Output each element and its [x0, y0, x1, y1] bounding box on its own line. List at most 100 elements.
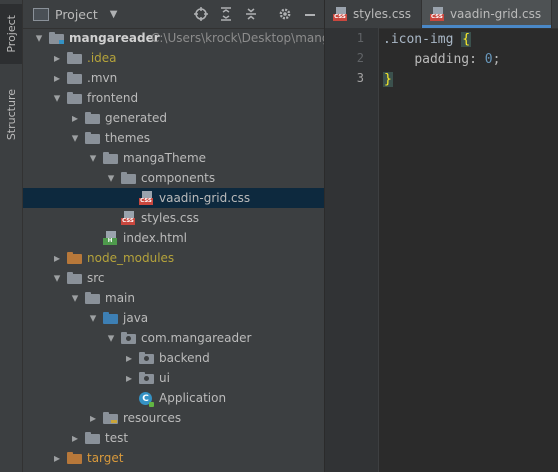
chevron-down-icon[interactable]: ▾ [87, 311, 99, 326]
tree-item[interactable]: ▸ resources [23, 408, 324, 428]
chevron-right-icon[interactable]: ▸ [123, 371, 135, 385]
tool-window-strip: Project Structure [0, 0, 23, 472]
css-file-icon: CSS [429, 7, 444, 21]
folder-icon [67, 72, 82, 84]
tree-item-label: themes [105, 131, 151, 145]
css-colon: : [469, 52, 477, 67]
chevron-down-icon[interactable]: ▾ [33, 31, 45, 46]
tree-item[interactable]: ▸ node_modules [23, 248, 324, 268]
tree-item[interactable]: ▾ themes [23, 128, 324, 148]
gear-icon [279, 8, 291, 20]
package-icon [121, 332, 136, 344]
project-view-selector[interactable]: Project ▼ [33, 7, 117, 22]
tree-item-label: .mvn [87, 71, 118, 85]
tree-item[interactable]: CSS vaadin-grid.css [23, 188, 324, 208]
tree-item[interactable]: C Application [23, 388, 324, 408]
tree-item[interactable]: ▸ test [23, 428, 324, 448]
html-file-icon: H [103, 231, 117, 245]
css-selector: .icon-img [383, 32, 454, 47]
chevron-right-icon[interactable]: ▸ [51, 51, 63, 65]
tree-item[interactable]: ▾ main [23, 288, 324, 308]
expand-all-button[interactable] [218, 6, 234, 22]
folder-icon [85, 112, 100, 124]
package-icon [139, 372, 154, 384]
tree-item[interactable]: ▾ com.mangareader [23, 328, 324, 348]
tree-item[interactable]: ▾ components [23, 168, 324, 188]
tree-item[interactable]: ▸ .idea [23, 48, 324, 68]
tree-item[interactable]: ▸ backend [23, 348, 324, 368]
tree-item[interactable]: ▸ ui [23, 368, 324, 388]
folder-icon [49, 32, 64, 44]
tree-item-label: index.html [123, 231, 187, 245]
folder-icon [67, 92, 82, 104]
structure-tool-tab[interactable]: Structure [0, 84, 22, 146]
folder-icon [67, 452, 82, 464]
tree-item[interactable]: ▾ java [23, 308, 324, 328]
chevron-down-icon[interactable]: ▾ [51, 91, 63, 106]
css-file-icon: CSS [121, 211, 135, 225]
chevron-right-icon[interactable]: ▸ [123, 351, 135, 365]
folder-icon [85, 292, 100, 304]
project-panel-title: Project [55, 6, 98, 22]
tree-item[interactable]: ▸ .mvn [23, 68, 324, 88]
chevron-right-icon[interactable]: ▸ [51, 451, 63, 465]
chevron-down-icon[interactable]: ▾ [51, 271, 63, 286]
tab-vaadin-grid-css[interactable]: CSS vaadin-grid.css [421, 0, 553, 28]
folder-icon [67, 52, 82, 64]
tree-item[interactable]: ▾ mangareaderC:\Users\krock\Desktop\manga… [23, 28, 324, 48]
project-tool-label: Project [4, 15, 18, 53]
tree-item-label: src [87, 271, 105, 285]
tab-styles-css[interactable]: CSS styles.css [325, 0, 422, 28]
folder-icon [103, 312, 118, 324]
tree-item[interactable]: ▸ generated [23, 108, 324, 128]
chevron-right-icon[interactable]: ▸ [69, 111, 81, 125]
chevron-right-icon[interactable]: ▸ [51, 71, 63, 85]
structure-tool-label: Structure [4, 89, 18, 141]
code-line: } [383, 70, 393, 90]
tree-item[interactable]: CSS styles.css [23, 208, 324, 228]
editor-tab-bar: CSS styles.css CSS vaadin-grid.css [325, 0, 558, 29]
chevron-down-icon[interactable]: ▾ [87, 151, 99, 166]
hide-panel-button[interactable] [302, 6, 318, 22]
tree-item-label: resources [123, 411, 182, 425]
line-number: 3 [356, 71, 364, 85]
project-tool-tab[interactable]: Project [0, 4, 22, 64]
chevron-down-icon[interactable]: ▾ [69, 131, 81, 146]
chevron-right-icon[interactable]: ▸ [51, 251, 63, 265]
tree-item[interactable]: ▾ mangaTheme [23, 148, 324, 168]
chevron-right-icon[interactable]: ▸ [87, 411, 99, 425]
folder-icon [67, 272, 82, 284]
tree-item-label: java [123, 311, 149, 325]
crosshair-icon [194, 7, 208, 21]
project-panel: Project ▼ ▾ mangareader C:\Users\krock\Des… [23, 0, 325, 472]
chevron-down-icon[interactable]: ▾ [105, 331, 117, 346]
tree-item-label: node_modules [87, 251, 175, 265]
tree-item-label: com.mangareader [141, 331, 252, 345]
line-number-gutter: 1 2 3 [325, 28, 379, 472]
tree-item[interactable]: ▸ target [23, 448, 324, 468]
chevron-down-icon[interactable]: ▾ [69, 291, 81, 306]
tree-item[interactable]: Hindex.html [23, 228, 324, 248]
collapse-all-icon [246, 8, 256, 20]
folder-icon [121, 172, 136, 184]
chevron-down-icon[interactable]: ▾ [105, 171, 117, 186]
chevron-right-icon[interactable]: ▸ [69, 431, 81, 445]
tree-item-label: frontend [87, 91, 139, 105]
tree-item[interactable]: ▾ src [23, 268, 324, 288]
tree-item-label: styles.css [141, 211, 199, 225]
expand-all-icon [221, 7, 231, 21]
tree-item-label: mangaTheme [123, 151, 207, 165]
project-toolbar: Project ▼ [23, 0, 324, 29]
close-brace: } [383, 72, 393, 87]
collapse-all-button[interactable] [243, 6, 259, 22]
line-number: 2 [356, 51, 364, 65]
tree-item-label: Application [159, 391, 227, 405]
tree-item-label: ui [159, 371, 170, 385]
code-line: .icon-img { [383, 30, 472, 50]
settings-button[interactable] [277, 6, 293, 22]
folder-icon [85, 132, 100, 144]
locate-file-button[interactable] [193, 6, 209, 22]
tab-label: vaadin-grid.css [449, 7, 542, 21]
tree-item[interactable]: ▾ frontend [23, 88, 324, 108]
tree-item-label: main [105, 291, 135, 305]
